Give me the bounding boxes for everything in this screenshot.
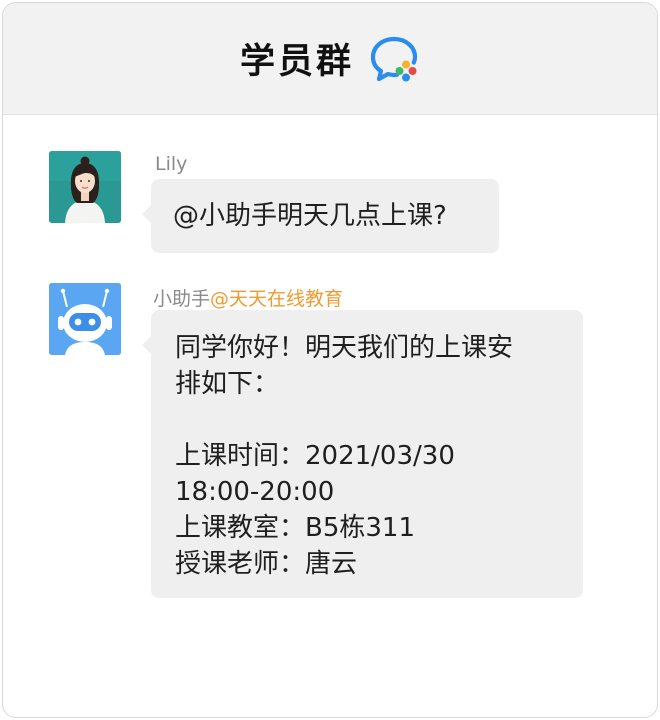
message-bubble[interactable]: @小助手明天几点上课? — [142, 179, 499, 253]
avatar-lily[interactable] — [49, 151, 121, 223]
user-photo-avatar — [49, 151, 121, 223]
robot-avatar — [49, 283, 121, 355]
chat-header: 学员群 — [3, 3, 657, 115]
message-line: 上课教室：B5栋311 — [175, 513, 416, 543]
group-title: 学员群 — [239, 42, 354, 82]
message-bubble[interactable]: 同学你好！明天我们的上课安 排如下： 上课时间：2021/03/30 18:00… — [142, 310, 583, 598]
sender-name: 小助手@天天在线教育 — [153, 284, 343, 311]
sender-name: Lily — [155, 153, 188, 175]
avatar-assistant[interactable] — [49, 283, 121, 355]
message-line: 授课老师：唐云 — [175, 549, 358, 579]
message-line: 18:00-20:00 — [175, 477, 335, 507]
chat-window: 学员群 Lily @小助手明天几点上课? 小助手@天天在线教育 同学你好！明天我… — [2, 2, 658, 718]
org-tag: @天天在线教育 — [210, 288, 344, 310]
message-text: @小助手明天几点上课? — [173, 201, 447, 231]
message-line: 上课时间：2021/03/30 — [175, 441, 455, 471]
message-line: 排如下： — [175, 369, 280, 399]
assistant-name: 小助手 — [153, 288, 211, 310]
message-line: 同学你好！明天我们的上课安 — [175, 333, 514, 363]
wecom-chat-icon — [370, 36, 418, 81]
